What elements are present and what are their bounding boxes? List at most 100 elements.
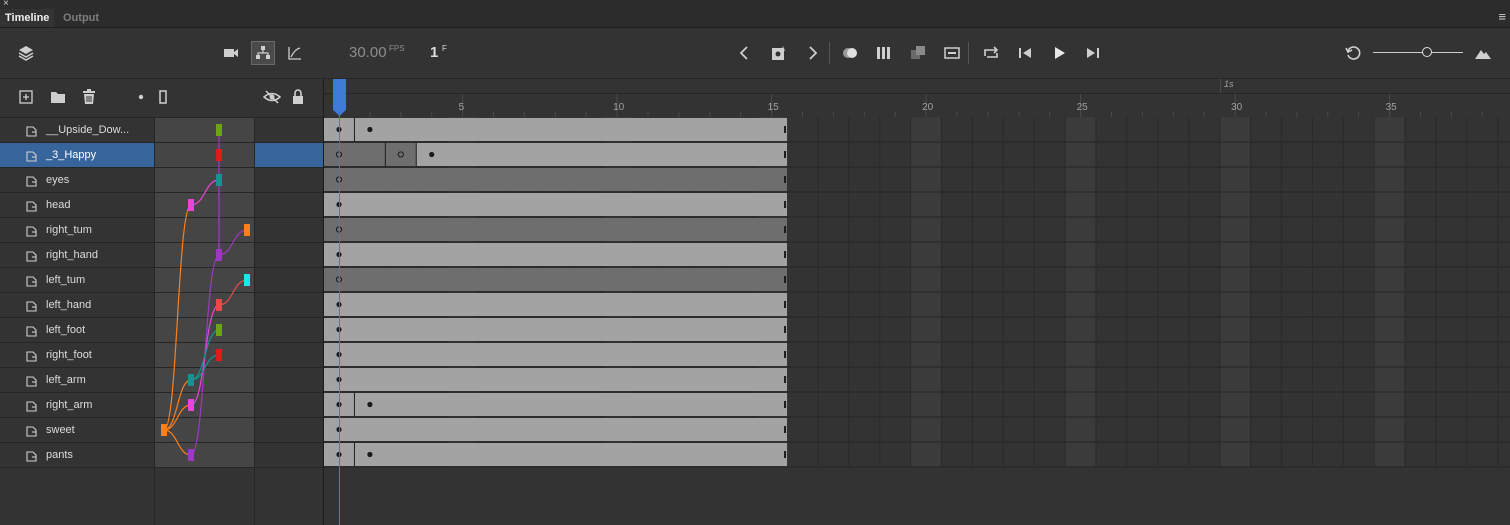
onion-outline-icon[interactable]	[875, 44, 893, 62]
layer-status-cell[interactable]	[255, 368, 323, 392]
layer-name-cell[interactable]: left_foot	[0, 318, 155, 342]
playhead-line	[339, 92, 340, 525]
layer-name-cell[interactable]: eyes	[0, 168, 155, 192]
outline-icon[interactable]	[154, 88, 172, 106]
play-icon[interactable]	[1050, 44, 1068, 62]
frame-span	[324, 243, 788, 266]
step-back-icon[interactable]	[1016, 44, 1034, 62]
layer-status-cell[interactable]	[255, 393, 323, 417]
span-end-marker	[784, 251, 787, 258]
parent-link	[218, 279, 248, 306]
span-end-marker	[784, 301, 787, 308]
layer-type-icon	[26, 124, 37, 137]
keyframe-dot	[367, 401, 373, 408]
span-end-marker	[784, 126, 787, 133]
layer-name-cell[interactable]: right_arm	[0, 393, 155, 417]
close-panel-icon[interactable]: ×	[3, 0, 9, 9]
new-folder-icon[interactable]	[49, 88, 67, 106]
reset-zoom-icon[interactable]	[1344, 44, 1362, 62]
insert-keyframe-icon[interactable]: A	[770, 44, 788, 62]
layer-name-cell[interactable]: right_hand	[0, 243, 155, 267]
layer-status-cell[interactable]	[255, 193, 323, 217]
parent-link	[163, 204, 192, 431]
layer-name-cell[interactable]: __Upside_Dow...	[0, 118, 155, 142]
layer-name: left_tum	[46, 274, 86, 286]
playhead-handle[interactable]	[332, 79, 346, 117]
frame-span	[324, 418, 788, 441]
parent-column-empty	[155, 468, 255, 525]
span-end-marker	[784, 226, 787, 233]
parent-marker	[188, 199, 194, 211]
layer-status-cell[interactable]	[255, 268, 323, 292]
layer-name-cell[interactable]: _3_Happy	[0, 143, 155, 167]
layer-status-cell[interactable]	[255, 343, 323, 367]
mountain-icon[interactable]	[1474, 44, 1492, 62]
layer-name-cell[interactable]: left_arm	[0, 368, 155, 392]
span-end-marker	[784, 401, 787, 408]
layer-name-cell[interactable]: pants	[0, 443, 155, 467]
new-layer-icon[interactable]	[17, 88, 35, 106]
frame-span	[324, 268, 788, 291]
layer-type-icon	[26, 349, 37, 362]
layer-type-icon	[26, 224, 37, 237]
fps-value[interactable]: 30.00	[349, 44, 387, 61]
zoom-slider-track[interactable]	[1373, 52, 1463, 53]
prev-keyframe-icon[interactable]	[735, 44, 753, 62]
parent-marker	[188, 449, 194, 461]
layer-name-cell[interactable]: sweet	[0, 418, 155, 442]
layer-type-icon	[26, 174, 37, 187]
layer-name: right_arm	[46, 399, 93, 411]
layer-name: right_foot	[46, 349, 92, 361]
layer-name-cell[interactable]: right_foot	[0, 343, 155, 367]
layer-name-cell[interactable]: left_hand	[0, 293, 155, 317]
edit-multiple-frames-icon[interactable]	[909, 44, 927, 62]
frame-span	[324, 193, 788, 216]
span-end-marker	[784, 201, 787, 208]
layers-icon[interactable]	[17, 44, 35, 62]
frame-span	[324, 343, 788, 366]
ruler-label: 35	[1385, 102, 1397, 113]
layer-parenting-icon[interactable]	[251, 41, 275, 65]
layer-status-cell[interactable]	[255, 218, 323, 242]
dot-icon[interactable]	[132, 88, 150, 106]
layer-name: left_foot	[46, 324, 86, 336]
frame-grid[interactable]	[324, 117, 1510, 525]
lock-icon[interactable]	[289, 88, 307, 106]
layer-name: _3_Happy	[46, 149, 97, 161]
frame-unit: F	[442, 44, 447, 53]
delete-icon[interactable]	[80, 88, 98, 106]
next-keyframe-icon[interactable]	[804, 44, 822, 62]
tab-timeline[interactable]: Timeline	[0, 9, 55, 27]
span-end-marker	[784, 326, 787, 333]
onion-skin-icon[interactable]	[841, 44, 859, 62]
step-forward-icon[interactable]	[1084, 44, 1102, 62]
visibility-icon[interactable]	[263, 88, 281, 106]
layer-status-cell[interactable]	[255, 318, 323, 342]
layer-name-cell[interactable]: head	[0, 193, 155, 217]
keyframe-dot	[429, 151, 435, 158]
span-end-marker	[784, 151, 787, 158]
panel-menu-icon[interactable]: ≡	[1498, 10, 1506, 24]
layer-type-icon	[26, 374, 37, 387]
layer-name: head	[46, 199, 71, 211]
layer-name-cell[interactable]: right_tum	[0, 218, 155, 242]
layer-status-cell[interactable]	[255, 143, 323, 167]
layer-status-cell[interactable]	[255, 168, 323, 192]
layer-status-cell[interactable]	[255, 443, 323, 467]
layer-status-cell[interactable]	[255, 243, 323, 267]
layer-status-cell[interactable]	[255, 118, 323, 142]
layer-name-cell[interactable]: left_tum	[0, 268, 155, 292]
current-frame-value[interactable]: 1	[430, 44, 438, 61]
zoom-slider-thumb[interactable]	[1422, 47, 1432, 57]
ruler-label: 5	[458, 102, 465, 113]
layer-status-cell[interactable]	[255, 293, 323, 317]
loop-icon[interactable]	[982, 44, 1000, 62]
graph-icon[interactable]	[286, 44, 304, 62]
camera-icon[interactable]	[222, 44, 240, 62]
tab-output[interactable]: Output	[58, 9, 104, 27]
panel-tab-bar: Timeline Output	[0, 9, 1510, 28]
clip-frames-icon[interactable]	[943, 44, 961, 62]
layer-name: left_arm	[46, 374, 86, 386]
layer-status-cell[interactable]	[255, 418, 323, 442]
panel-top-strip	[0, 0, 1510, 9]
